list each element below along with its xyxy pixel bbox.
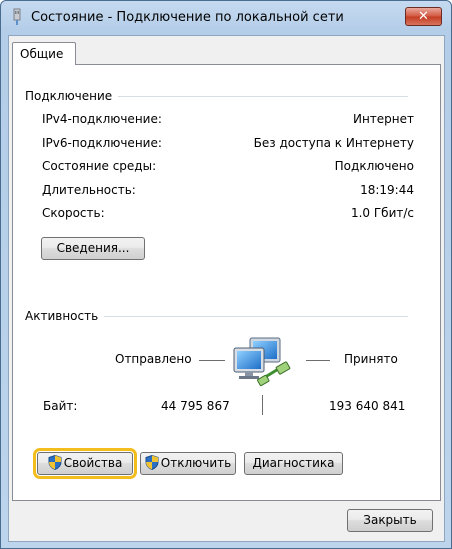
activity-section-header: Активность [25, 309, 409, 323]
received-connector-line [306, 360, 330, 361]
network-adapter-icon [13, 8, 21, 25]
network-computers-icon [233, 337, 291, 387]
properties-button-label: Свойства [63, 456, 123, 470]
media-state-value: Подключено [334, 159, 414, 173]
ipv4-value: Интернет [352, 112, 414, 126]
title-bar[interactable]: Состояние - Подключение по локальной сет… [1, 1, 451, 35]
ipv6-value: Без доступа к Интернету [253, 136, 414, 150]
tab-panel-general: Подключение IPv4-подключение: Интернет I… [12, 64, 441, 501]
ipv6-label: IPv6-подключение: [42, 136, 162, 150]
sent-label: Отправлено [115, 352, 192, 366]
tab-general-label: Общие [20, 47, 64, 61]
sent-connector-line [199, 360, 225, 361]
diagnose-button[interactable]: Диагностика [244, 452, 343, 475]
tab-general[interactable]: Общие [12, 42, 76, 65]
client-area: Общие Подключение IPv4-подключение: Инте… [8, 35, 445, 542]
uac-shield-icon [145, 455, 159, 470]
disable-button-label: Отключить [160, 456, 232, 470]
ipv4-label: IPv4-подключение: [42, 112, 162, 126]
window-title: Состояние - Подключение по локальной сет… [31, 10, 344, 25]
section-divider [118, 95, 409, 97]
duration-row: Длительность: 18:19:44 [42, 183, 414, 201]
duration-value: 18:19:44 [360, 183, 414, 197]
bytes-divider-line [262, 395, 263, 415]
received-label: Принято [344, 352, 398, 366]
close-button[interactable]: Закрыть [347, 509, 433, 532]
media-state-row: Состояние среды: Подключено [42, 159, 414, 177]
connection-section-header: Подключение [25, 89, 409, 103]
ipv4-row: IPv4-подключение: Интернет [42, 112, 414, 130]
disable-button[interactable]: Отключить [140, 452, 236, 475]
speed-row: Скорость: 1.0 Гбит/с [42, 206, 414, 224]
duration-label: Длительность: [42, 183, 136, 197]
dialog-window: Состояние - Подключение по локальной сет… [0, 0, 452, 549]
media-state-label: Состояние среды: [42, 159, 157, 173]
properties-button[interactable]: Свойства [33, 448, 137, 479]
speed-value: 1.0 Гбит/с [350, 206, 414, 220]
speed-label: Скорость: [42, 206, 105, 220]
ipv6-row: IPv6-подключение: Без доступа к Интернет… [42, 136, 414, 154]
close-icon: ✕ [418, 9, 429, 24]
connection-heading: Подключение [25, 89, 113, 103]
bytes-received-value: 193 640 841 [329, 399, 406, 413]
bytes-label: Байт: [43, 399, 78, 413]
bytes-sent-value: 44 795 867 [161, 399, 230, 413]
details-button[interactable]: Сведения... [41, 237, 145, 260]
activity-heading: Активность [25, 309, 99, 323]
close-window-button[interactable]: ✕ [405, 7, 442, 26]
section-divider [104, 315, 409, 317]
uac-shield-icon [48, 455, 62, 470]
